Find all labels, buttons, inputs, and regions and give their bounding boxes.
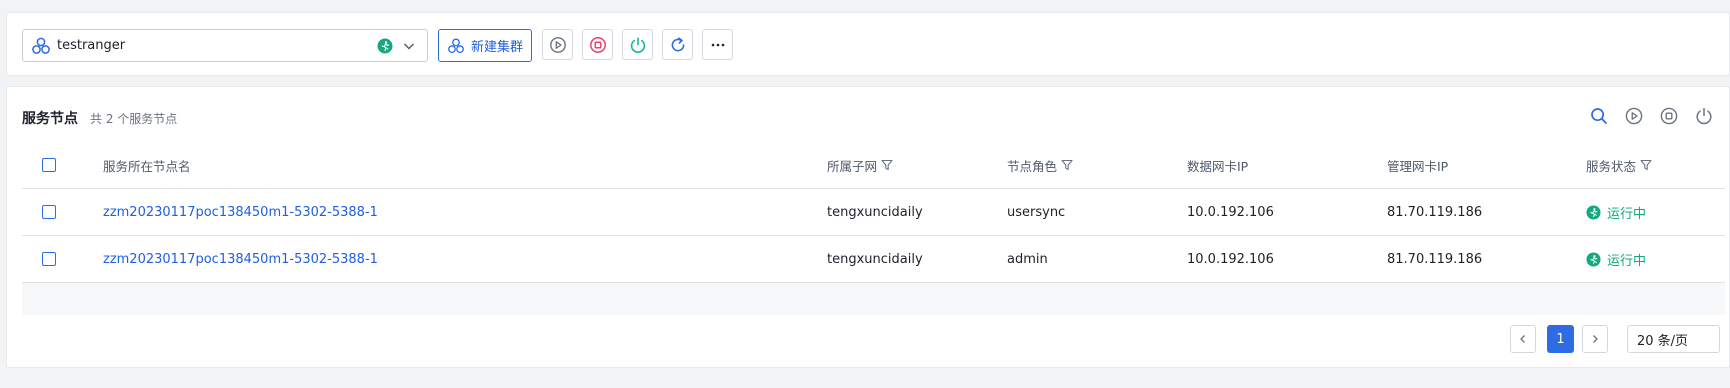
status-badge: 运行中 [1586,189,1646,235]
chevron-left-icon [1520,335,1525,343]
play-circle-icon[interactable] [1624,106,1644,126]
new-cluster-label: 新建集群 [470,40,523,55]
page-number-current[interactable]: 1 [1547,325,1574,353]
cluster-icon [448,37,464,53]
role-cell: admin [1007,251,1048,267]
role-cell: usersync [1007,204,1066,220]
search-icon[interactable] [1589,106,1609,126]
column-header-status-label: 服务状态 [1586,158,1637,174]
column-header-data-ip: 数据网卡IP [1187,158,1249,174]
chevron-right-icon [1593,335,1598,343]
table-header: 服务所在节点名 所属子网 节点角色 数据网卡IP 管理网卡IP 服务状态 [22,142,1725,189]
subnet-cell: tengxuncidaily [827,251,923,267]
refresh-icon [671,36,684,51]
panel-title: 服务节点 [22,111,78,127]
running-status-icon [377,38,393,53]
filter-icon[interactable] [1640,159,1652,171]
play-circle-icon [549,36,566,53]
mgmt-ip-cell: 81.70.119.186 [1387,204,1483,220]
page-size-select[interactable]: 20 条/页 [1627,325,1720,353]
node-count: 共 2 个服务节点 [90,112,178,126]
column-header-role[interactable]: 节点角色 [1007,142,1073,188]
row-checkbox[interactable] [42,252,56,266]
power-button[interactable] [622,29,653,60]
stop-circle-icon[interactable] [1659,106,1679,126]
cluster-icon [32,37,50,54]
running-status-icon [1586,251,1601,267]
cluster-select[interactable]: testranger [22,29,428,62]
refresh-button[interactable] [662,29,693,60]
stop-circle-icon [589,36,606,53]
node-name-link[interactable]: zzm20230117poc138450m1-5302-5388-1 [103,189,378,235]
more-button[interactable] [702,29,733,60]
column-header-role-label: 节点角色 [1007,158,1058,174]
status-text: 运行中 [1607,206,1647,222]
table-footer-spacer [22,283,1725,315]
cluster-name: testranger [57,38,126,53]
stop-button[interactable] [582,29,613,60]
next-page-button[interactable] [1582,325,1608,353]
row-checkbox[interactable] [42,205,56,219]
select-all-checkbox[interactable] [42,158,56,172]
column-header-status[interactable]: 服务状态 [1586,142,1652,188]
chevron-down-icon [404,43,414,49]
table-row: zzm20230117poc138450m1-5302-5388-1 tengx… [22,189,1725,236]
new-cluster-button[interactable]: 新建集群 [438,29,532,62]
node-name-link[interactable]: zzm20230117poc138450m1-5302-5388-1 [103,236,378,282]
power-icon[interactable] [1694,106,1714,126]
service-node-table: 服务所在节点名 所属子网 节点角色 数据网卡IP 管理网卡IP 服务状态 zzm… [22,142,1725,315]
status-text: 运行中 [1607,253,1647,269]
filter-icon[interactable] [881,159,893,171]
column-header-mgmt-ip: 管理网卡IP [1387,158,1449,174]
subnet-cell: tengxuncidaily [827,204,923,220]
column-header-node: 服务所在节点名 [103,158,191,174]
prev-page-button[interactable] [1510,325,1536,353]
power-icon [630,36,645,53]
mgmt-ip-cell: 81.70.119.186 [1387,251,1483,267]
cluster-toolbar: testranger 新建集群 [6,12,1730,76]
column-header-subnet-label: 所属子网 [827,158,878,174]
data-ip-cell: 10.0.192.106 [1187,251,1274,267]
status-badge: 运行中 [1586,236,1646,282]
service-node-panel: 服务节点 共 2 个服务节点 服务所在节点名 所属子网 节点角色 数据网卡IP [6,86,1730,368]
start-button[interactable] [542,29,573,60]
table-row: zzm20230117poc138450m1-5302-5388-1 tengx… [22,236,1725,283]
more-icon [711,43,724,46]
running-status-icon [1586,204,1601,220]
filter-icon[interactable] [1061,159,1073,171]
data-ip-cell: 10.0.192.106 [1187,204,1274,220]
column-header-subnet[interactable]: 所属子网 [827,142,893,188]
